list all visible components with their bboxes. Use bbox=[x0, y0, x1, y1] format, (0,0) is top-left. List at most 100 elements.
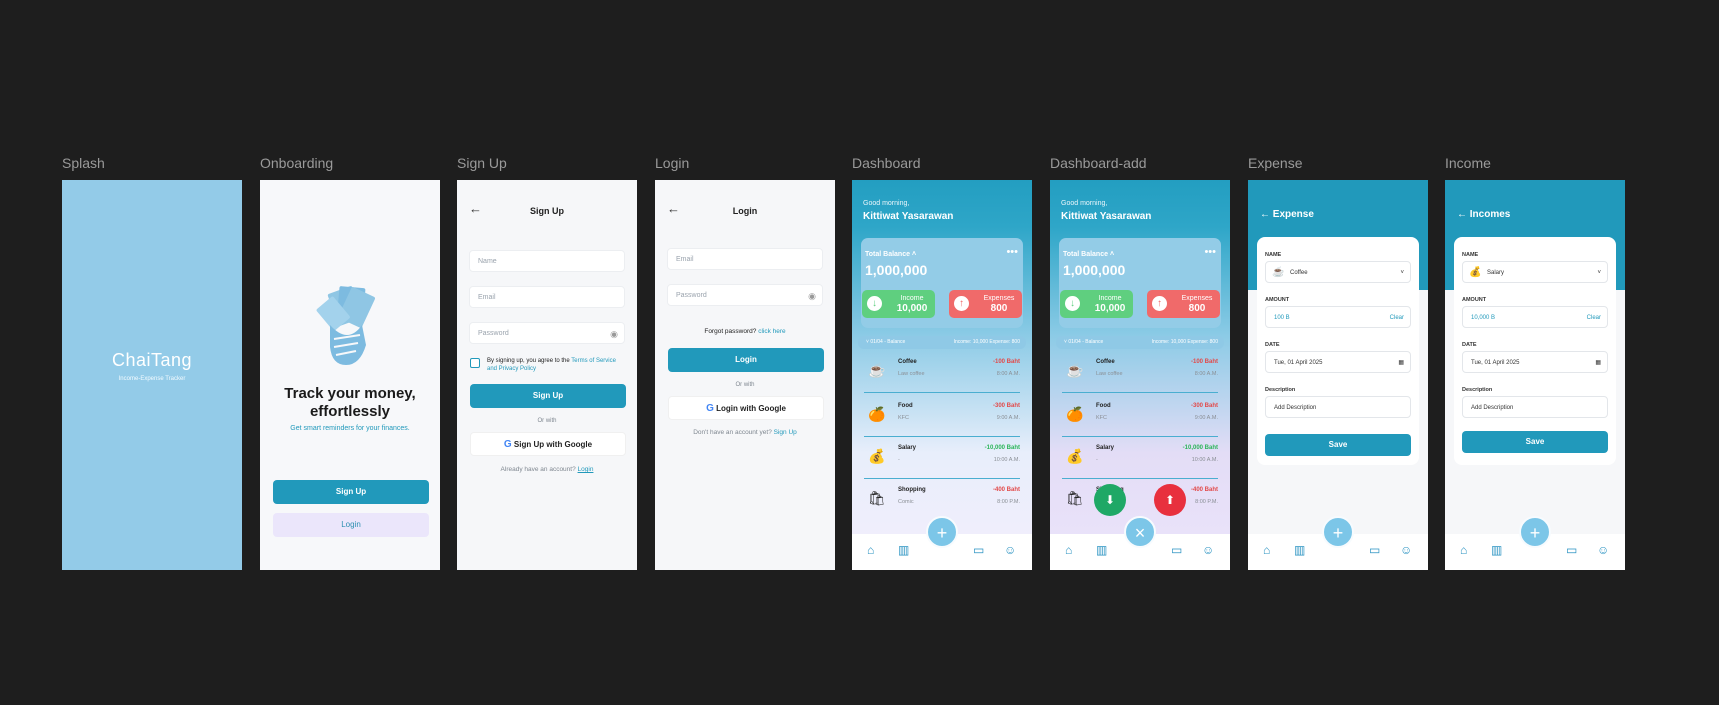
name-select[interactable]: ☕ Coffee ˅ bbox=[1265, 261, 1411, 283]
back-arrow-icon[interactable]: ← bbox=[1260, 209, 1270, 220]
name-field[interactable]: Name bbox=[469, 250, 625, 272]
transaction-row[interactable]: 🛍 Shopping Comic -400 Baht 8:00 P.M. bbox=[1062, 478, 1218, 520]
more-icon[interactable]: ••• bbox=[1006, 246, 1018, 258]
home-icon[interactable]: ⌂ bbox=[1263, 543, 1270, 557]
expenses-summary[interactable]: ↑ Expenses 800 bbox=[1147, 290, 1220, 318]
transaction-row[interactable]: ☕ Coffee Law coffee -100 Baht 8:00 A.M. bbox=[1062, 350, 1218, 393]
save-button[interactable]: Save bbox=[1462, 431, 1608, 453]
name-label: NAME bbox=[1265, 252, 1282, 258]
password-placeholder: Password bbox=[478, 330, 509, 337]
home-icon[interactable]: ⌂ bbox=[1460, 543, 1467, 557]
name-select[interactable]: 💰 Salary ˅ bbox=[1462, 261, 1608, 283]
page-title: ← Expense bbox=[1260, 209, 1314, 220]
description-field[interactable]: Add Description bbox=[1265, 396, 1411, 418]
eye-icon[interactable]: ◉ bbox=[808, 285, 816, 307]
date-field[interactable]: Tue, 01 April 2025 ▦ bbox=[1462, 351, 1608, 373]
password-placeholder: Password bbox=[676, 292, 707, 299]
close-button[interactable]: × bbox=[1124, 516, 1156, 548]
money-bag-icon: 💰 bbox=[868, 448, 886, 464]
amount-field[interactable]: 10,000 B Clear bbox=[1462, 306, 1608, 328]
description-field[interactable]: Add Description bbox=[1462, 396, 1608, 418]
have-account-text: Already have an account? Login bbox=[500, 466, 594, 473]
add-button[interactable]: + bbox=[1322, 516, 1354, 548]
expense-screen: ← Expense NAME ☕ Coffee ˅ AMOUNT 100 B Cle… bbox=[1248, 180, 1428, 570]
total-balance-label: Total Balance ˄ bbox=[865, 251, 917, 258]
money-bag-icon: 💰 bbox=[1066, 448, 1084, 464]
login-link[interactable]: Login bbox=[578, 466, 594, 473]
wallet-icon[interactable]: ▭ bbox=[1369, 543, 1380, 557]
stats-icon[interactable]: ▥ bbox=[1294, 543, 1305, 557]
greeting: Good morning, bbox=[1061, 200, 1108, 207]
user-name: Kittiwat Yasarawan bbox=[863, 211, 954, 222]
profile-icon[interactable]: ☺ bbox=[1400, 543, 1412, 557]
chevron-down-icon: ˅ bbox=[1597, 270, 1601, 276]
arrow-up-icon: ↑ bbox=[954, 296, 969, 311]
arrow-down-icon: ↓ bbox=[867, 296, 882, 311]
add-income-button[interactable]: ⬇ bbox=[1094, 484, 1126, 516]
description-label: Description bbox=[1265, 387, 1296, 393]
stats-icon[interactable]: ▥ bbox=[1491, 543, 1502, 557]
wallet-icon[interactable]: ▭ bbox=[1171, 543, 1182, 557]
total-balance-label: Total Balance ˄ bbox=[1063, 251, 1115, 258]
terms-checkbox[interactable] bbox=[470, 358, 480, 368]
income-summary[interactable]: ↓ Income 10,000 bbox=[1060, 290, 1133, 318]
date-field[interactable]: Tue, 01 April 2025 ▦ bbox=[1265, 351, 1411, 373]
google-signup-button[interactable]: G Sign Up with Google bbox=[470, 432, 626, 456]
profile-icon[interactable]: ☺ bbox=[1004, 543, 1016, 557]
arrow-up-icon: ↑ bbox=[1152, 296, 1167, 311]
signup-button[interactable]: Sign Up bbox=[273, 480, 429, 504]
wallet-icon[interactable]: ▭ bbox=[1566, 543, 1577, 557]
stats-icon[interactable]: ▥ bbox=[1096, 543, 1107, 557]
income-screen: ← Incomes NAME 💰 Salary ˅ AMOUNT 10,000 B… bbox=[1445, 180, 1625, 570]
login-button[interactable]: Login bbox=[273, 513, 429, 537]
login-screen: ← Login Email Password ◉ Forgot password… bbox=[655, 180, 835, 570]
profile-icon[interactable]: ☺ bbox=[1597, 543, 1609, 557]
calendar-icon: ▦ bbox=[1595, 360, 1601, 366]
eye-icon[interactable]: ◉ bbox=[610, 323, 618, 345]
frame-label-splash: Splash bbox=[62, 155, 105, 171]
home-icon[interactable]: ⌂ bbox=[1065, 543, 1072, 557]
wallet-icon[interactable]: ▭ bbox=[973, 543, 984, 557]
add-button[interactable]: + bbox=[1519, 516, 1551, 548]
home-icon[interactable]: ⌂ bbox=[867, 543, 874, 557]
password-field[interactable]: Password ◉ bbox=[667, 284, 823, 306]
google-login-button[interactable]: G Login with Google bbox=[668, 396, 824, 420]
transaction-row[interactable]: 🍊 Food KFC -300 Baht 9:00 A.M. bbox=[1062, 394, 1218, 437]
more-icon[interactable]: ••• bbox=[1204, 246, 1216, 258]
profile-icon[interactable]: ☺ bbox=[1202, 543, 1214, 557]
login-button[interactable]: Login bbox=[668, 348, 824, 372]
onboarding-subtext: Get smart reminders for your finances. bbox=[290, 425, 410, 432]
back-arrow-icon[interactable]: ← bbox=[1457, 209, 1467, 220]
click-here-link[interactable]: click here bbox=[758, 328, 785, 335]
signup-link[interactable]: Sign Up bbox=[774, 429, 797, 436]
clear-button[interactable]: Clear bbox=[1390, 307, 1404, 329]
page-title: Sign Up bbox=[530, 206, 564, 216]
expenses-summary[interactable]: ↑ Expenses 800 bbox=[949, 290, 1022, 318]
amount-field[interactable]: 100 B Clear bbox=[1265, 306, 1411, 328]
chevron-down-icon: ˅ bbox=[1400, 270, 1404, 276]
onboarding-headline: Track your money, effortlessly bbox=[284, 385, 416, 420]
transaction-row[interactable]: 💰 Salary - -10,000 Baht 10:00 A.M. bbox=[864, 436, 1020, 479]
email-field[interactable]: Email bbox=[667, 248, 823, 270]
transaction-row[interactable]: ☕ Coffee Law coffee -100 Baht 8:00 A.M. bbox=[864, 350, 1020, 393]
frame-label-dashboard-add: Dashboard-add bbox=[1050, 155, 1147, 171]
daily-summary-bar[interactable]: ˅ 01/04 - Balance Income: 10,000 Expense… bbox=[1056, 336, 1224, 349]
stats-icon[interactable]: ▥ bbox=[898, 543, 909, 557]
signup-button[interactable]: Sign Up bbox=[470, 384, 626, 408]
transaction-row[interactable]: 🛍 Shopping Comic -400 Baht 8:00 P.M. bbox=[864, 478, 1020, 520]
income-summary[interactable]: ↓ Income 10,000 bbox=[862, 290, 935, 318]
clear-button[interactable]: Clear bbox=[1587, 307, 1601, 329]
add-expense-button[interactable]: ⬆ bbox=[1154, 484, 1186, 516]
email-field[interactable]: Email bbox=[469, 286, 625, 308]
onboarding-screen: Track your money, effortlessly Get smart… bbox=[260, 180, 440, 570]
transaction-row[interactable]: 🍊 Food KFC -300 Baht 9:00 A.M. bbox=[864, 394, 1020, 437]
coffee-icon: ☕ bbox=[868, 362, 886, 378]
daily-summary-bar[interactable]: ˅ 01/04 - Balance Income: 10,000 Expense… bbox=[858, 336, 1026, 349]
save-button[interactable]: Save bbox=[1265, 434, 1411, 456]
name-label: NAME bbox=[1462, 252, 1479, 258]
password-field[interactable]: Password ◉ bbox=[469, 322, 625, 344]
app-tagline: Income-Expense Tracker bbox=[118, 376, 186, 382]
add-button[interactable]: + bbox=[926, 516, 958, 548]
transaction-row[interactable]: 💰 Salary - -10,000 Baht 10:00 A.M. bbox=[1062, 436, 1218, 479]
date-label: DATE bbox=[1265, 342, 1280, 348]
